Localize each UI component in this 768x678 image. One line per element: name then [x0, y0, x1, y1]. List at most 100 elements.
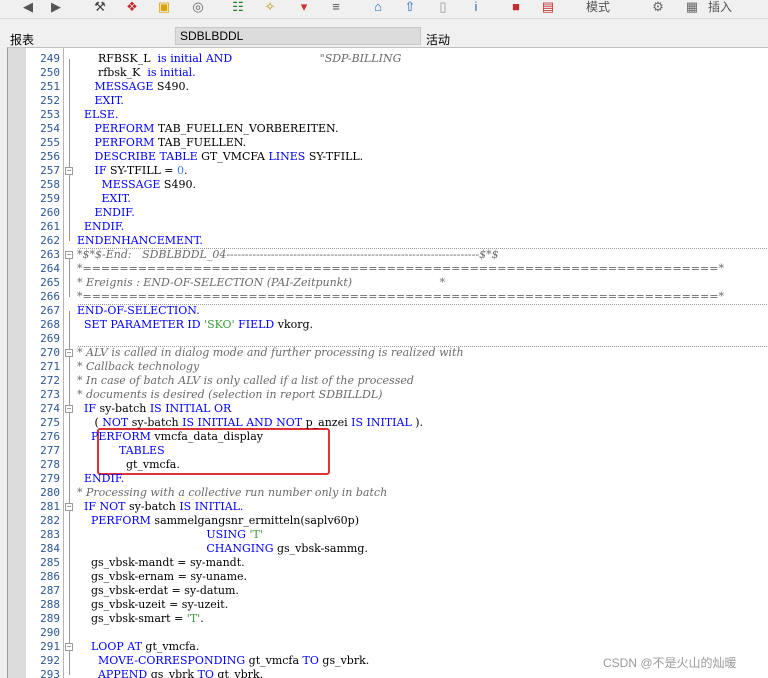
- code-text[interactable]: USING 'T': [77, 528, 262, 542]
- code-text[interactable]: ENDENHANCEMENT.: [77, 234, 203, 248]
- code-text[interactable]: * ALV is called in dialog mode and furth…: [77, 346, 464, 360]
- code-text[interactable]: MESSAGE S490.: [77, 80, 188, 94]
- code-text[interactable]: PERFORM TAB_FUELLEN_VORBEREITEN.: [77, 122, 338, 136]
- code-text[interactable]: gt_vmcfa.: [77, 458, 180, 472]
- code-line[interactable]: 283 USING 'T': [8, 528, 768, 542]
- code-text[interactable]: * Callback technology: [77, 360, 199, 374]
- code-line[interactable]: 274 IF sy-batch IS INITIAL OR: [8, 402, 768, 416]
- code-text[interactable]: EXIT.: [77, 94, 123, 108]
- magic-icon[interactable]: ✧: [262, 0, 278, 14]
- code-text[interactable]: gs_vbsk-smart = 'T'.: [77, 612, 204, 626]
- code-line[interactable]: 269: [8, 332, 768, 346]
- tree-icon[interactable]: ≡: [328, 0, 344, 14]
- hierarchy-icon[interactable]: ☷: [230, 0, 246, 14]
- code-line[interactable]: 288 gs_vbsk-uzeit = sy-uzeit.: [8, 598, 768, 612]
- code-line[interactable]: 272 * In case of batch ALV is only called…: [8, 374, 768, 388]
- insert-button[interactable]: 插入: [708, 0, 732, 15]
- code-line[interactable]: 267 END-OF-SELECTION.: [8, 304, 768, 318]
- code-text[interactable]: ENDIF.: [77, 472, 124, 486]
- code-text[interactable]: * Processing with a collective run numbe…: [77, 486, 387, 500]
- code-text[interactable]: DESCRIBE TABLE GT_VMCFA LINES SY-TFILL.: [77, 150, 363, 164]
- code-text[interactable]: ENDIF.: [77, 220, 124, 234]
- code-text[interactable]: TABLES: [77, 444, 165, 458]
- code-text[interactable]: * documents is desired (selection in rep…: [77, 388, 382, 402]
- code-line[interactable]: 290: [8, 626, 768, 640]
- code-text[interactable]: IF sy-batch IS INITIAL OR: [77, 402, 231, 416]
- settings-icon[interactable]: ⚙: [650, 0, 666, 14]
- code-line[interactable]: 249 RFBSK_L is initial AND "SDP-BILLING: [8, 52, 768, 66]
- code-line[interactable]: 262 ENDENHANCEMENT.: [8, 234, 768, 248]
- code-text[interactable]: ( NOT sy-batch IS INITIAL AND NOT p_anze…: [77, 416, 423, 430]
- code-line[interactable]: 256 DESCRIBE TABLE GT_VMCFA LINES SY-TFI…: [8, 150, 768, 164]
- code-text[interactable]: *=======================================…: [77, 262, 724, 276]
- code-line[interactable]: 277 TABLES: [8, 444, 768, 458]
- code-line[interactable]: 273 * documents is desired (selection in …: [8, 388, 768, 402]
- pin-icon[interactable]: ▾: [296, 0, 312, 14]
- code-line[interactable]: 280 * Processing with a collective run nu…: [8, 486, 768, 500]
- code-text[interactable]: *=======================================…: [77, 290, 724, 304]
- code-line[interactable]: 276 PERFORM vmcfa_data_display: [8, 430, 768, 444]
- code-line[interactable]: 260 ENDIF.: [8, 206, 768, 220]
- back-icon[interactable]: ◀: [20, 0, 36, 14]
- document-icon[interactable]: ▯: [435, 0, 451, 14]
- code-text[interactable]: * In case of batch ALV is only called if…: [77, 374, 414, 388]
- code-text[interactable]: IF SY-TFILL = 0.: [77, 164, 187, 178]
- code-text[interactable]: gs_vbsk-uzeit = sy-uzeit.: [77, 598, 228, 612]
- upload-icon[interactable]: ⇧: [402, 0, 418, 14]
- code-text[interactable]: ELSE.: [77, 108, 118, 122]
- code-line[interactable]: 271 * Callback technology: [8, 360, 768, 374]
- code-line[interactable]: 282 PERFORM sammelgangsnr_ermitteln(sapl…: [8, 514, 768, 528]
- code-line[interactable]: 257 IF SY-TFILL = 0.: [8, 164, 768, 178]
- forward-icon[interactable]: ▶: [48, 0, 64, 14]
- mode-button[interactable]: 模式: [586, 0, 610, 15]
- code-line[interactable]: 281 IF NOT sy-batch IS INITIAL.: [8, 500, 768, 514]
- code-line[interactable]: 279 ENDIF.: [8, 472, 768, 486]
- code-line[interactable]: 289 gs_vbsk-smart = 'T'.: [8, 612, 768, 626]
- abap-code-editor[interactable]: − − − − − − 249 RFBSK_L is initial AND "SDP-B…: [7, 47, 768, 678]
- code-line[interactable]: 255 PERFORM TAB_FUELLEN.: [8, 136, 768, 150]
- code-text[interactable]: PERFORM sammelgangsnr_ermitteln(saplv60p…: [77, 514, 359, 528]
- code-text[interactable]: gs_vbsk-ernam = sy-uname.: [77, 570, 247, 584]
- code-line[interactable]: 250 rfbsk_K is initial.: [8, 66, 768, 80]
- code-line[interactable]: 266 *====================================…: [8, 290, 768, 304]
- pattern-icon[interactable]: ■: [508, 0, 524, 14]
- info-icon[interactable]: i: [468, 0, 484, 14]
- transport-icon[interactable]: ⌂: [370, 0, 386, 14]
- code-line[interactable]: 278 gt_vmcfa.: [8, 458, 768, 472]
- code-text[interactable]: *$*$-End: SDBLBDDL_04-------------------…: [77, 248, 499, 262]
- code-text[interactable]: MOVE-CORRESPONDING gt_vmcfa TO gs_vbrk.: [77, 654, 369, 668]
- code-line[interactable]: 252 EXIT.: [8, 94, 768, 108]
- code-text[interactable]: ENDIF.: [77, 206, 134, 220]
- code-text[interactable]: PERFORM TAB_FUELLEN.: [77, 136, 246, 150]
- code-line[interactable]: 285 gs_vbsk-mandt = sy-mandt.: [8, 556, 768, 570]
- code-text[interactable]: SET PARAMETER ID 'SKO' FIELD vkorg.: [77, 318, 313, 332]
- code-text[interactable]: EXIT.: [77, 192, 130, 206]
- code-text[interactable]: END-OF-SELECTION.: [77, 304, 200, 318]
- insert-icon[interactable]: ▦: [684, 0, 700, 14]
- code-text[interactable]: PERFORM vmcfa_data_display: [77, 430, 263, 444]
- code-text[interactable]: LOOP AT gt_vmcfa.: [77, 640, 199, 654]
- code-text[interactable]: IF NOT sy-batch IS INITIAL.: [77, 500, 243, 514]
- code-line[interactable]: 270 * ALV is called in dialog mode and fu…: [8, 346, 768, 360]
- code-line[interactable]: 275 ( NOT sy-batch IS INITIAL AND NOT p_…: [8, 416, 768, 430]
- code-line[interactable]: 268 SET PARAMETER ID 'SKO' FIELD vkorg.: [8, 318, 768, 332]
- code-text[interactable]: gs_vbsk-mandt = sy-mandt.: [77, 556, 245, 570]
- code-line[interactable]: 286 gs_vbsk-ernam = sy-uname.: [8, 570, 768, 584]
- objects-icon[interactable]: ❖: [124, 0, 140, 14]
- copy-icon[interactable]: ▣: [156, 0, 172, 14]
- code-text[interactable]: gs_vbsk-erdat = sy-datum.: [77, 584, 239, 598]
- code-line[interactable]: 261 ENDIF.: [8, 220, 768, 234]
- code-text[interactable]: RFBSK_L is initial AND "SDP-BILLING: [77, 52, 401, 66]
- display-icon[interactable]: ◎: [190, 0, 206, 14]
- code-line[interactable]: 265 * Ereignis : END-OF-SELECTION (PAI-Ze…: [8, 276, 768, 290]
- pretty-icon[interactable]: ▤: [540, 0, 556, 14]
- code-line[interactable]: 291 LOOP AT gt_vmcfa.: [8, 640, 768, 654]
- code-line[interactable]: 253 ELSE.: [8, 108, 768, 122]
- code-line[interactable]: 284 CHANGING gs_vbsk-sammg.: [8, 542, 768, 556]
- code-text[interactable]: rfbsk_K is initial.: [77, 66, 196, 80]
- code-text[interactable]: * Ereignis : END-OF-SELECTION (PAI-Zeitp…: [77, 276, 445, 290]
- code-line[interactable]: 251 MESSAGE S490.: [8, 80, 768, 94]
- code-line[interactable]: 287 gs_vbsk-erdat = sy-datum.: [8, 584, 768, 598]
- code-line[interactable]: 263 *$*$-End: SDBLBDDL_04----------------…: [8, 248, 768, 262]
- code-text[interactable]: MESSAGE S490.: [77, 178, 195, 192]
